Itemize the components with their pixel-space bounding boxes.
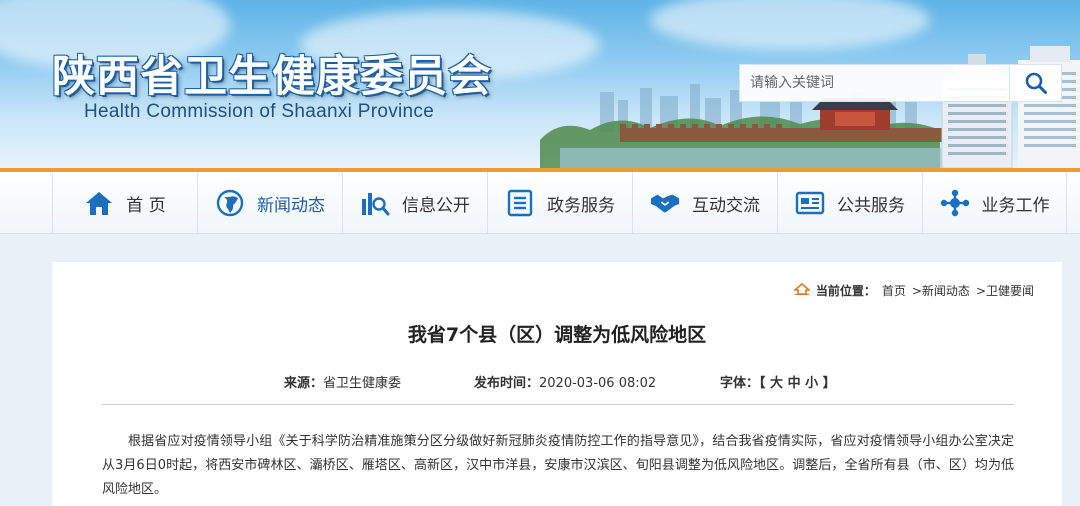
search-icon [1025,72,1047,94]
divider [102,404,1014,405]
network-icon [940,188,970,218]
breadcrumb-link-home[interactable]: 首页 [882,282,906,299]
newspaper-icon [795,188,825,218]
nav-item-business[interactable]: 业务工作 [922,172,1067,234]
article-title: 我省7个县（区）调整为低风险地区 [407,324,707,346]
search-input[interactable] [739,64,1010,102]
main-nav: 首 页 新闻动态 信息公开 政务服务 互动交流 公共服务 业务工作 [0,172,1080,234]
font-size-options[interactable]: 【 大 中 小 】 [759,376,836,391]
nav-item-label: 信息公开 [402,195,470,216]
nav-item-info-disclosure[interactable]: 信息公开 [342,172,487,234]
home-small-icon [792,282,812,298]
article-meta: 来源：省卫生健康委 发布时间：2020-03-06 08:02 字体：【 大 中… [52,372,1062,392]
breadcrumb-label: 当前位置： [815,284,876,298]
breadcrumb-link-health-news[interactable]: >卫健要闻 [976,282,1034,299]
chart-search-icon [360,188,390,218]
nav-item-interaction[interactable]: 互动交流 [632,172,777,234]
breadcrumb-link-news[interactable]: >新闻动态 [912,282,970,299]
home-icon [84,188,114,218]
header-banner: 陕西省卫生健康委员会 Health Commission of Shaanxi … [0,0,1080,168]
site-subtitle: Health Commission of Shaanxi Province [84,101,435,122]
search-button[interactable] [1010,64,1062,102]
nav-item-home[interactable]: 首 页 [52,172,197,234]
date-value: 2020-03-06 08:02 [539,376,657,391]
source-value: 省卫生健康委 [323,376,402,391]
document-list-icon [505,188,535,218]
nav-item-label: 互动交流 [692,195,760,216]
article-container: 当前位置： 首页 >新闻动态 >卫健要闻 我省7个县（区）调整为低风险地区 来源… [52,262,1062,506]
nav-item-label: 新闻动态 [257,195,325,216]
font-size-control: 字体：【 大 中 小 】 [720,372,836,391]
article-date: 发布时间：2020-03-06 08:02 [474,372,656,391]
nav-item-label: 业务工作 [981,195,1050,216]
date-label: 发布时间： [474,376,540,391]
article-body: 根据省应对疫情领导小组《关于科学防治精准施策分区分级做好新冠肺炎疫情防控工作的指… [102,434,1014,497]
nav-item-label: 政务服务 [547,195,615,216]
site-title: 陕西省卫生健康委员会 [52,52,492,102]
handshake-icon [650,188,680,218]
nav-item-label: 首 页 [126,195,166,216]
font-label: 字体： [720,376,760,391]
nav-item-news[interactable]: 新闻动态 [197,172,342,234]
article-source: 来源：省卫生健康委 [284,372,401,391]
nav-item-label: 公共服务 [837,195,905,216]
breadcrumb: 当前位置： 首页 >新闻动态 >卫健要闻 [792,282,1034,299]
source-label: 来源： [284,376,324,391]
nav-item-gov-services[interactable]: 政务服务 [487,172,632,234]
nav-item-public-services[interactable]: 公共服务 [777,172,922,234]
globe-icon [215,188,245,218]
